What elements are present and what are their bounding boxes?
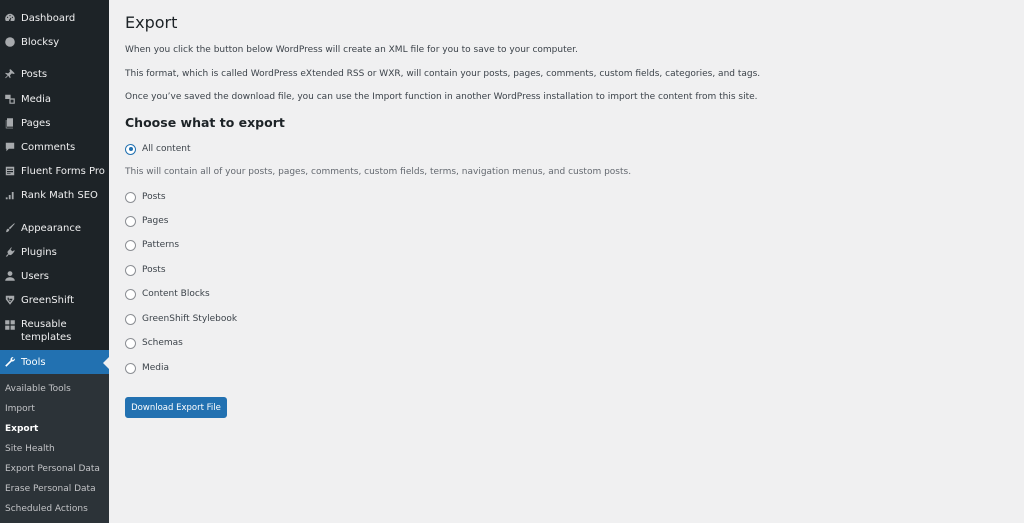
tools-submenu: Available Tools Import Export Site Healt…	[0, 374, 109, 523]
sidebar-item-label: Comments	[21, 141, 76, 153]
radio-label: All content	[142, 144, 191, 154]
sidebar-item-pages[interactable]: Pages	[0, 111, 109, 135]
option-all-content[interactable]: All content	[125, 142, 190, 156]
import-paragraph: Once you’ve saved the download file, you…	[125, 92, 758, 102]
sidebar-item-rank-math-seo[interactable]: Rank Math SEO	[0, 183, 109, 207]
plugin-icon	[0, 246, 20, 258]
pin-icon	[0, 68, 20, 80]
radio-button[interactable]	[125, 337, 136, 349]
section-title: Choose what to export	[125, 115, 285, 130]
dashboard-icon	[0, 12, 20, 24]
blocksy-icon	[0, 36, 20, 48]
option-content-blocks[interactable]: Content Blocks	[125, 287, 210, 301]
sidebar-item-label: GreenShift	[21, 294, 75, 306]
sidebar-item-label: Rank Math SEO	[21, 189, 98, 201]
sidebar-item-label-line1: Reusable	[21, 319, 67, 330]
radio-button[interactable]	[125, 191, 136, 203]
forms-icon	[0, 165, 20, 177]
radio-label: Schemas	[142, 338, 183, 348]
radio-button[interactable]	[125, 239, 136, 251]
sidebar-item-tools[interactable]: Tools	[0, 350, 109, 374]
radio-button[interactable]	[125, 288, 136, 300]
submenu-item-erase-personal-data[interactable]: Erase Personal Data	[5, 482, 96, 496]
option-pages[interactable]: Pages	[125, 214, 168, 228]
admin-sidebar: Dashboard Blocksy Posts Media Pages Comm…	[0, 0, 109, 523]
greenshift-icon	[0, 294, 20, 306]
submenu-item-export[interactable]: Export	[5, 422, 38, 436]
submenu-item-import[interactable]: Import	[5, 402, 35, 416]
intro-paragraph: When you click the button below WordPres…	[125, 45, 578, 55]
all-content-description: This will contain all of your posts, pag…	[125, 167, 632, 177]
option-greenshift-stylebook[interactable]: GreenShift Stylebook	[125, 312, 237, 326]
radio-label: GreenShift Stylebook	[142, 314, 238, 324]
sidebar-item-label: Media	[21, 93, 52, 105]
radio-label: Patterns	[142, 240, 180, 250]
radio-button[interactable]	[125, 143, 136, 155]
submenu-item-export-personal-data[interactable]: Export Personal Data	[5, 462, 100, 476]
sidebar-item-label: Users	[21, 270, 50, 282]
sidebar-item-label: Reusable templates	[21, 318, 71, 344]
radio-button[interactable]	[125, 215, 136, 227]
sidebar-item-comments[interactable]: Comments	[0, 135, 109, 159]
media-icon	[0, 93, 20, 105]
radio-button[interactable]	[125, 362, 136, 374]
option-schemas[interactable]: Schemas	[125, 336, 183, 350]
sidebar-item-label: Pages	[21, 117, 51, 129]
format-paragraph: This format, which is called WordPress e…	[125, 69, 761, 79]
current-menu-arrow	[103, 357, 109, 369]
submenu-item-available-tools[interactable]: Available Tools	[5, 382, 71, 396]
pages-icon	[0, 117, 20, 129]
sidebar-item-fluent-forms-pro[interactable]: Fluent Forms Pro	[0, 159, 109, 183]
wrench-icon	[0, 356, 20, 368]
sidebar-item-reusable-templates[interactable]: Reusable templates	[0, 313, 109, 347]
radio-label: Posts	[142, 265, 166, 275]
option-patterns[interactable]: Patterns	[125, 238, 179, 252]
sidebar-item-dashboard[interactable]: Dashboard	[0, 6, 109, 30]
submenu-item-scheduled-actions[interactable]: Scheduled Actions	[5, 502, 88, 516]
option-posts[interactable]: Posts	[125, 190, 166, 204]
sidebar-item-label: Appearance	[21, 222, 82, 234]
sidebar-item-label: Plugins	[21, 246, 57, 258]
sidebar-item-greenshift[interactable]: GreenShift	[0, 288, 109, 312]
sidebar-item-users[interactable]: Users	[0, 264, 109, 288]
radio-label: Posts	[142, 192, 166, 202]
radio-label: Media	[142, 363, 170, 373]
sidebar-item-appearance[interactable]: Appearance	[0, 216, 109, 240]
sidebar-item-label: Blocksy	[21, 36, 60, 48]
sidebar-item-label: Posts	[21, 68, 48, 80]
sidebar-item-label-line2: templates	[21, 332, 72, 343]
page-title: Export	[125, 13, 178, 32]
sidebar-item-posts[interactable]: Posts	[0, 62, 109, 86]
radio-label: Content Blocks	[142, 289, 210, 299]
radio-label: Pages	[142, 216, 169, 226]
submenu-item-site-health[interactable]: Site Health	[5, 442, 55, 456]
radio-button[interactable]	[125, 313, 136, 325]
sidebar-item-label: Dashboard	[21, 12, 76, 24]
users-icon	[0, 270, 20, 282]
radio-button[interactable]	[125, 264, 136, 276]
comments-icon	[0, 141, 20, 153]
sidebar-item-label: Fluent Forms Pro	[21, 165, 105, 177]
grid-icon	[0, 319, 20, 331]
rank-math-icon	[0, 189, 20, 201]
brush-icon	[0, 222, 20, 234]
option-media[interactable]: Media	[125, 361, 169, 375]
sidebar-item-blocksy[interactable]: Blocksy	[0, 30, 109, 54]
sidebar-item-media[interactable]: Media	[0, 87, 109, 111]
sidebar-item-plugins[interactable]: Plugins	[0, 240, 109, 264]
option-posts-2[interactable]: Posts	[125, 263, 166, 277]
download-export-file-button[interactable]: Download Export File	[125, 397, 227, 418]
sidebar-item-label: Tools	[21, 356, 46, 368]
